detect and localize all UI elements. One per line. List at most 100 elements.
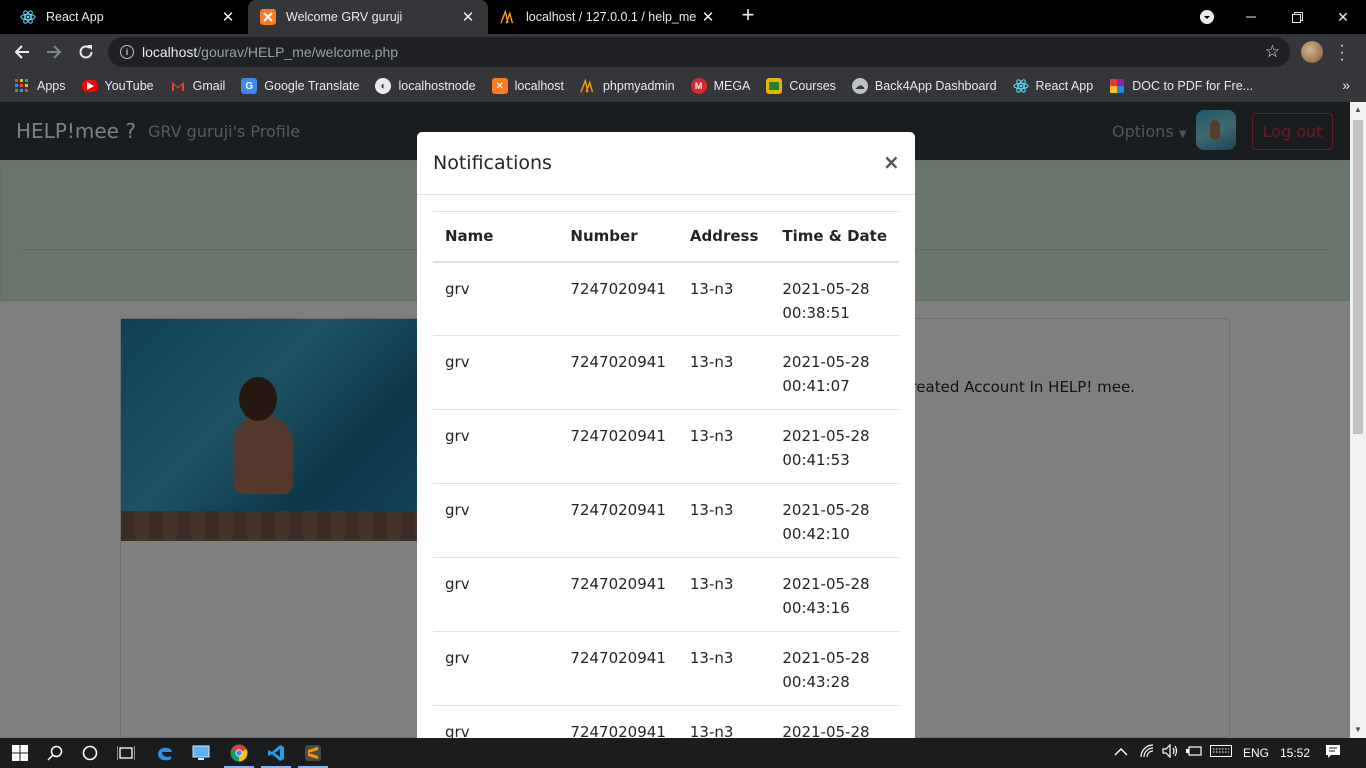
notifications-table: Name Number Address Time & Date grv 7247…	[433, 211, 899, 738]
phpmyadmin-icon	[580, 78, 596, 94]
scroll-up-arrow-icon[interactable]: ▲	[1350, 102, 1366, 118]
battery-icon[interactable]	[1186, 745, 1202, 760]
cell-number: 7247020941	[558, 261, 678, 336]
bookmark-label: localhostnode	[398, 79, 476, 93]
bookmark-back4app[interactable]: ☁ Back4App Dashboard	[851, 78, 997, 94]
notifications-center-icon[interactable]	[1325, 744, 1341, 763]
gmail-icon	[170, 78, 186, 94]
bookmark-mega[interactable]: M MEGA	[690, 78, 750, 94]
browser-tab-phpmyadmin[interactable]: localhost / 127.0.0.1 / help_me / t ✕	[488, 0, 728, 34]
xampp-icon: ✕	[491, 78, 508, 94]
cell-number: 7247020941	[558, 483, 678, 558]
react-icon	[20, 9, 36, 25]
bookmarks-bar: Apps YouTube Gmail G Google Translate ◐ lo…	[0, 70, 1366, 102]
close-window-icon[interactable]: ✕	[1320, 0, 1366, 34]
translate-icon: G	[241, 78, 258, 94]
tab-title: React App	[46, 10, 104, 24]
bookmark-gmail[interactable]: Gmail	[170, 78, 225, 94]
back-arrow-icon[interactable]	[10, 40, 34, 64]
bookmark-localhost[interactable]: ✕ localhost	[491, 78, 564, 94]
bookmark-label: phpmyadmin	[602, 79, 675, 93]
column-header-time-date: Time & Date	[770, 211, 899, 263]
bookmark-star-icon[interactable]: ☆	[1265, 42, 1280, 62]
restore-icon[interactable]	[1274, 0, 1320, 34]
tray-chevron-up-icon[interactable]	[1114, 746, 1128, 760]
cell-number: 7247020941	[558, 335, 678, 410]
cell-time-date: 2021-05-28 00:38:51	[770, 261, 899, 336]
windows-start-icon[interactable]	[9, 742, 31, 764]
bookmark-courses[interactable]: Courses	[766, 78, 836, 94]
bookmark-label: React App	[1035, 79, 1094, 93]
doc-pdf-icon	[1109, 78, 1125, 94]
scrollbar-thumb[interactable]	[1353, 120, 1363, 434]
notifications-table-wrap: Name Number Address Time & Date grv 7247…	[433, 211, 899, 738]
chrome-icon[interactable]	[224, 742, 254, 768]
browser-menu-icon[interactable]: · · ·	[1338, 38, 1346, 68]
wifi-icon[interactable]	[1140, 744, 1154, 761]
clock[interactable]: 15:52	[1280, 746, 1310, 760]
browser-tab-strip: React App ✕ Welcome GRV guruji ✕ localho…	[0, 0, 1366, 34]
cell-date: 2021-05-28	[782, 575, 870, 593]
mega-icon: M	[690, 78, 707, 94]
sublime-text-icon[interactable]	[298, 742, 328, 768]
new-tab-button[interactable]: +	[737, 4, 759, 27]
cell-time-date: 2021-05-28 00:42:10	[770, 483, 899, 558]
close-icon[interactable]: ×	[883, 150, 900, 174]
scroll-down-arrow-icon[interactable]: ▼	[1350, 722, 1366, 738]
vscode-icon[interactable]	[261, 742, 291, 768]
cell-date: 2021-05-28	[782, 723, 870, 738]
cell-time-date: 2021-05-28 00:43:16	[770, 557, 899, 632]
globe-icon: ◐	[375, 78, 392, 94]
windows-taskbar: ENG 15:52	[0, 738, 1366, 768]
cortana-icon[interactable]	[79, 742, 101, 764]
keyboard-icon[interactable]	[1210, 745, 1232, 760]
page-scrollbar[interactable]: ▲ ▼	[1350, 102, 1366, 738]
cell-number: 7247020941	[558, 409, 678, 484]
browser-tab-react-app[interactable]: React App ✕	[8, 0, 248, 34]
cell-name: grv	[433, 335, 559, 410]
close-tab-icon[interactable]: ✕	[460, 8, 476, 26]
edge-icon[interactable]	[154, 742, 176, 764]
url-path: /gourav/HELP_me/welcome.php	[197, 44, 399, 60]
table-row: grv 7247020941 13-n3 2021-05-28 00:43:28	[433, 631, 899, 706]
address-bar[interactable]: i localhost/gourav/HELP_me/welcome.php ☆	[108, 37, 1290, 67]
cell-address: 13-n3	[677, 557, 771, 632]
bookmark-youtube[interactable]: YouTube	[81, 79, 154, 93]
bookmark-label: DOC to PDF for Fre...	[1132, 79, 1254, 93]
profile-avatar[interactable]	[1301, 41, 1323, 63]
browser-tab-welcome[interactable]: Welcome GRV guruji ✕	[248, 0, 488, 34]
task-view-icon[interactable]	[115, 742, 137, 764]
more-bookmarks-icon[interactable]: »	[1342, 77, 1350, 93]
cell-name: grv	[433, 483, 559, 558]
cell-time: 00:41:53	[782, 451, 850, 469]
table-row: grv 7247020941 13-n3 2021-05-28 00:38:51	[433, 261, 899, 336]
page-viewport: HELP!mee ? GRV guruji's Profile Options …	[0, 102, 1350, 738]
bookmark-localhostnode[interactable]: ◐ localhostnode	[375, 78, 476, 94]
cell-time: 00:42:10	[782, 525, 850, 543]
search-icon[interactable]	[44, 742, 66, 764]
close-tab-icon[interactable]: ✕	[220, 8, 236, 26]
youtube-icon	[81, 80, 98, 92]
notifications-modal: Notifications × Name Number Address Time…	[417, 132, 915, 738]
close-tab-icon[interactable]: ✕	[700, 8, 716, 26]
forward-arrow-icon[interactable]	[42, 40, 66, 64]
phpmyadmin-icon	[500, 9, 516, 25]
language-indicator[interactable]: ENG	[1243, 746, 1269, 760]
xampp-icon	[260, 9, 276, 25]
column-header-address: Address	[677, 211, 771, 263]
this-pc-icon[interactable]	[190, 742, 212, 764]
reload-icon[interactable]	[74, 40, 98, 64]
bookmark-apps[interactable]: Apps	[14, 78, 66, 94]
tab-search-icon[interactable]	[1184, 0, 1230, 34]
cell-name: grv	[433, 631, 559, 706]
cell-date: 2021-05-28	[782, 649, 870, 667]
minimize-icon[interactable]	[1228, 0, 1274, 34]
volume-icon[interactable]	[1162, 743, 1178, 761]
bookmark-react-app[interactable]: React App	[1013, 78, 1094, 94]
cell-time: 00:41:07	[782, 377, 850, 395]
site-info-icon[interactable]: i	[120, 45, 134, 59]
bookmark-doc-to-pdf[interactable]: DOC to PDF for Fre...	[1109, 78, 1253, 94]
bookmark-phpmyadmin[interactable]: phpmyadmin	[580, 78, 675, 94]
table-row: grv 7247020941 13-n3 2021-05-28	[433, 705, 899, 738]
bookmark-google-translate[interactable]: G Google Translate	[241, 78, 359, 94]
